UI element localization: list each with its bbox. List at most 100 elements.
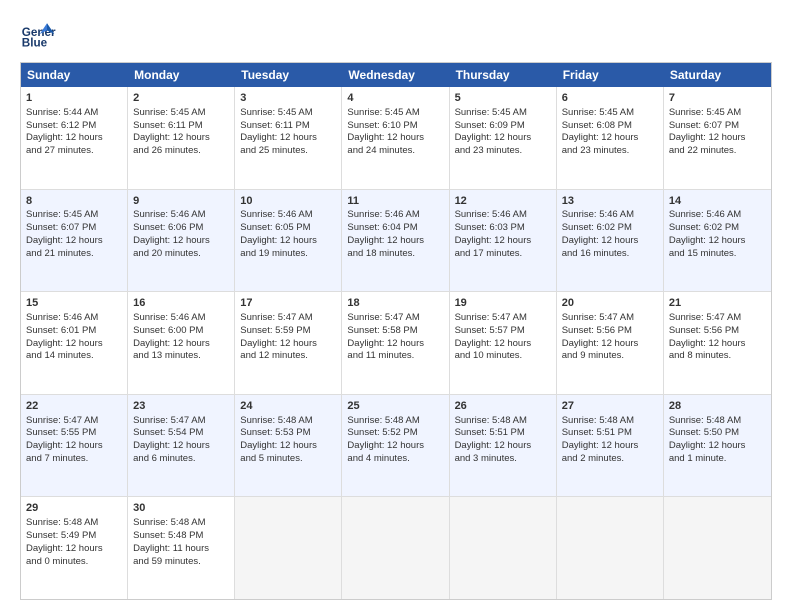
day-detail: and 7 minutes. [26,453,122,466]
day-detail: Sunrise: 5:46 AM [133,209,229,222]
calendar-cell: 11Sunrise: 5:46 AMSunset: 6:04 PMDayligh… [342,190,449,292]
day-detail: and 21 minutes. [26,248,122,261]
calendar: SundayMondayTuesdayWednesdayThursdayFrid… [20,62,772,600]
empty-cell [557,497,664,599]
day-detail: Sunset: 5:48 PM [133,530,229,543]
day-detail: and 1 minute. [669,453,766,466]
day-detail: Sunset: 6:02 PM [562,222,658,235]
day-detail: Daylight: 12 hours [347,235,443,248]
day-detail: and 27 minutes. [26,145,122,158]
day-detail: Daylight: 12 hours [133,132,229,145]
day-detail: Daylight: 12 hours [562,235,658,248]
day-detail: Sunset: 6:09 PM [455,120,551,133]
day-detail: Sunset: 5:49 PM [26,530,122,543]
day-detail: Daylight: 12 hours [347,132,443,145]
calendar-body: 1Sunrise: 5:44 AMSunset: 6:12 PMDaylight… [21,87,771,599]
calendar-cell: 25Sunrise: 5:48 AMSunset: 5:52 PMDayligh… [342,395,449,497]
header-day: Tuesday [235,63,342,87]
day-number: 25 [347,399,443,414]
day-number: 2 [133,91,229,106]
day-detail: and 23 minutes. [455,145,551,158]
header-day: Thursday [450,63,557,87]
logo: General Blue [20,16,56,52]
day-detail: Sunset: 5:51 PM [562,427,658,440]
day-detail: and 2 minutes. [562,453,658,466]
day-detail: and 10 minutes. [455,350,551,363]
day-detail: Daylight: 12 hours [133,235,229,248]
day-detail: Sunrise: 5:46 AM [455,209,551,222]
calendar-cell: 27Sunrise: 5:48 AMSunset: 5:51 PMDayligh… [557,395,664,497]
day-detail: and 25 minutes. [240,145,336,158]
day-detail: Sunrise: 5:48 AM [562,415,658,428]
calendar-row: 1Sunrise: 5:44 AMSunset: 6:12 PMDaylight… [21,87,771,190]
day-detail: Daylight: 12 hours [562,338,658,351]
day-number: 13 [562,194,658,209]
calendar-cell: 14Sunrise: 5:46 AMSunset: 6:02 PMDayligh… [664,190,771,292]
day-detail: Daylight: 12 hours [133,440,229,453]
day-detail: Daylight: 12 hours [26,235,122,248]
empty-cell [235,497,342,599]
day-detail: Daylight: 12 hours [240,440,336,453]
day-detail: and 16 minutes. [562,248,658,261]
empty-cell [342,497,449,599]
day-number: 9 [133,194,229,209]
day-detail: and 26 minutes. [133,145,229,158]
day-number: 7 [669,91,766,106]
calendar-cell: 4Sunrise: 5:45 AMSunset: 6:10 PMDaylight… [342,87,449,189]
day-detail: Sunrise: 5:47 AM [240,312,336,325]
day-detail: and 6 minutes. [133,453,229,466]
day-detail: Sunrise: 5:45 AM [133,107,229,120]
day-detail: and 15 minutes. [669,248,766,261]
day-detail: Daylight: 12 hours [669,235,766,248]
day-number: 21 [669,296,766,311]
day-detail: Sunrise: 5:48 AM [240,415,336,428]
calendar-cell: 18Sunrise: 5:47 AMSunset: 5:58 PMDayligh… [342,292,449,394]
day-detail: and 23 minutes. [562,145,658,158]
day-detail: Sunset: 5:52 PM [347,427,443,440]
day-detail: Sunset: 5:55 PM [26,427,122,440]
day-detail: Daylight: 12 hours [347,440,443,453]
day-detail: Sunset: 5:51 PM [455,427,551,440]
calendar-cell: 15Sunrise: 5:46 AMSunset: 6:01 PMDayligh… [21,292,128,394]
day-detail: Daylight: 12 hours [562,440,658,453]
calendar-cell: 3Sunrise: 5:45 AMSunset: 6:11 PMDaylight… [235,87,342,189]
day-detail: Sunrise: 5:46 AM [26,312,122,325]
day-detail: Sunrise: 5:48 AM [669,415,766,428]
day-number: 12 [455,194,551,209]
day-detail: Sunset: 5:59 PM [240,325,336,338]
day-number: 5 [455,91,551,106]
day-detail: Sunrise: 5:45 AM [347,107,443,120]
day-detail: Sunrise: 5:46 AM [562,209,658,222]
day-detail: Sunset: 6:12 PM [26,120,122,133]
day-detail: and 5 minutes. [240,453,336,466]
calendar-cell: 9Sunrise: 5:46 AMSunset: 6:06 PMDaylight… [128,190,235,292]
day-detail: Daylight: 12 hours [26,543,122,556]
day-detail: and 59 minutes. [133,556,229,569]
empty-cell [664,497,771,599]
header-day: Saturday [664,63,771,87]
day-number: 26 [455,399,551,414]
day-detail: Sunset: 6:02 PM [669,222,766,235]
day-number: 28 [669,399,766,414]
day-detail: Sunset: 5:56 PM [562,325,658,338]
day-detail: Sunrise: 5:46 AM [240,209,336,222]
day-detail: Sunrise: 5:48 AM [455,415,551,428]
day-detail: Sunset: 5:54 PM [133,427,229,440]
day-detail: Daylight: 12 hours [133,338,229,351]
day-number: 27 [562,399,658,414]
empty-cell [450,497,557,599]
day-detail: Sunrise: 5:46 AM [669,209,766,222]
day-detail: Daylight: 12 hours [455,132,551,145]
day-detail: Daylight: 12 hours [240,235,336,248]
header-day: Wednesday [342,63,449,87]
day-detail: Sunset: 6:01 PM [26,325,122,338]
day-detail: Daylight: 12 hours [240,338,336,351]
day-detail: Sunrise: 5:44 AM [26,107,122,120]
day-detail: Sunset: 6:11 PM [240,120,336,133]
day-detail: Sunrise: 5:45 AM [562,107,658,120]
day-detail: and 13 minutes. [133,350,229,363]
calendar-header: SundayMondayTuesdayWednesdayThursdayFrid… [21,63,771,87]
calendar-cell: 24Sunrise: 5:48 AMSunset: 5:53 PMDayligh… [235,395,342,497]
day-detail: Sunrise: 5:47 AM [669,312,766,325]
day-number: 8 [26,194,122,209]
